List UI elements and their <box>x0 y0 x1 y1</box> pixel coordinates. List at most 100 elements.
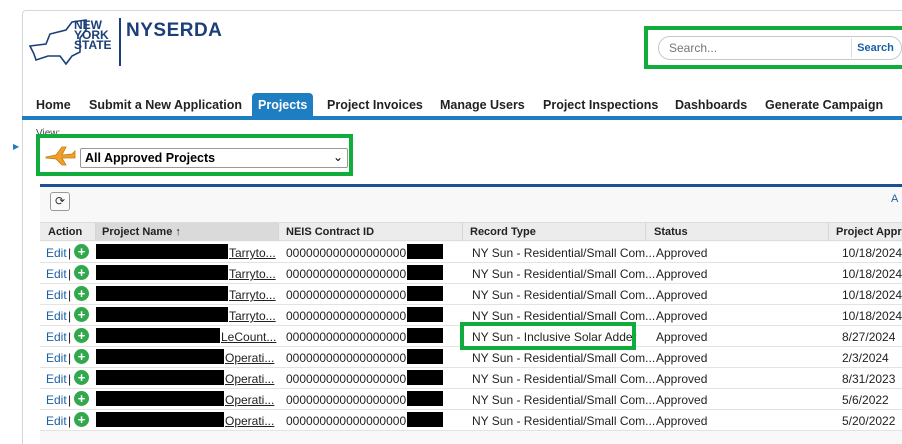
contract-id-cell: 000000000000000000 <box>286 246 407 260</box>
record-type-cell: NY Sun - Residential/Small Com... <box>472 393 656 407</box>
project-name-link[interactable]: Tarryto... <box>229 309 276 323</box>
redacted-contract-id <box>407 412 443 427</box>
tab-project-inspections[interactable]: Project Inspections <box>537 93 664 118</box>
search-input[interactable] <box>669 39 849 57</box>
table-row: Edit | + Operati... 000000000000000000 NY Sun… <box>40 410 902 431</box>
record-type-cell: NY Sun - Residential/Small Com... <box>472 246 656 260</box>
tab-generate-campaign[interactable]: Generate Campaign <box>759 93 889 118</box>
approved-date-cell: 10/18/2024 <box>842 246 902 260</box>
col-header-record-type[interactable]: Record Type <box>470 226 536 238</box>
project-name-link[interactable]: Operati... <box>225 351 274 365</box>
chevron-down-icon: ⌄ <box>332 150 343 164</box>
col-header-approved-date[interactable]: Project Appro <box>836 226 902 238</box>
record-type-cell: NY Sun - Residential/Small Com... <box>472 372 656 386</box>
action-separator: | <box>68 330 72 344</box>
project-name-link[interactable]: Tarryto... <box>229 246 276 260</box>
project-name-link[interactable]: LeCount... <box>221 330 276 344</box>
record-type-cell: NY Sun - Residential/Small Com... <box>472 267 656 281</box>
refresh-icon: ⟳ <box>54 194 66 208</box>
redacted-contract-id <box>407 265 443 280</box>
project-name-link[interactable]: Operati... <box>225 372 274 386</box>
table-row: Edit | + Tarryto... 000000000000000000 NY Sun… <box>40 284 902 305</box>
brand-name: NYSERDA <box>126 20 223 41</box>
view-select-value: All Approved Projects <box>85 151 216 165</box>
project-name-link[interactable]: Tarryto... <box>229 288 276 302</box>
edit-link[interactable]: Edit <box>46 351 67 365</box>
letter-filter-link[interactable]: A <box>891 193 898 205</box>
approved-date-cell: 2/3/2024 <box>842 351 889 365</box>
status-cell: Approved <box>656 393 708 407</box>
action-separator: | <box>68 267 72 281</box>
edit-link[interactable]: Edit <box>46 372 67 386</box>
tab-dashboards[interactable]: Dashboards <box>669 93 753 118</box>
redacted-project-name <box>96 286 228 301</box>
col-header-contract-id[interactable]: NEIS Contract ID <box>286 226 374 238</box>
approved-date-cell: 10/18/2024 <box>842 288 902 302</box>
add-icon[interactable]: + <box>74 244 89 259</box>
airplane-icon <box>45 146 76 166</box>
search-box: Search <box>658 36 902 60</box>
action-separator: | <box>68 309 72 323</box>
main-nav: Home Submit a New Application Projects P… <box>22 92 902 120</box>
action-separator: | <box>68 414 72 428</box>
search-button[interactable]: Search <box>851 38 899 58</box>
tab-manage-users[interactable]: Manage Users <box>434 93 531 118</box>
logo-divider <box>119 18 121 66</box>
action-separator: | <box>68 393 72 407</box>
contract-id-cell: 000000000000000000 <box>286 414 407 428</box>
status-cell: Approved <box>656 288 708 302</box>
approved-date-cell: 10/18/2024 <box>842 309 902 323</box>
edit-link[interactable]: Edit <box>46 288 67 302</box>
redacted-project-name <box>96 265 228 280</box>
approved-date-cell: 8/27/2024 <box>842 330 896 344</box>
view-select[interactable]: All Approved Projects ⌄ <box>80 148 348 168</box>
refresh-button[interactable]: ⟳ <box>50 192 70 211</box>
edit-link[interactable]: Edit <box>46 267 67 281</box>
action-separator: | <box>68 246 72 260</box>
tab-projects[interactable]: Projects <box>252 93 314 118</box>
edit-link[interactable]: Edit <box>46 393 67 407</box>
add-icon[interactable]: + <box>74 286 89 301</box>
tab-project-invoices[interactable]: Project Invoices <box>321 93 429 118</box>
add-icon[interactable]: + <box>74 349 89 364</box>
add-icon[interactable]: + <box>74 412 89 427</box>
add-icon[interactable]: + <box>74 370 89 385</box>
tab-home[interactable]: Home <box>30 93 77 118</box>
table-header: Action Project Name ↑ NEIS Contract ID R… <box>40 222 902 241</box>
add-icon[interactable]: + <box>74 328 89 343</box>
contract-id-cell: 000000000000000000 <box>286 330 407 344</box>
edit-link[interactable]: Edit <box>46 309 67 323</box>
redacted-project-name <box>96 349 224 364</box>
add-icon[interactable]: + <box>74 307 89 322</box>
redacted-project-name <box>96 307 228 322</box>
status-cell: Approved <box>656 372 708 386</box>
status-cell: Approved <box>656 414 708 428</box>
redacted-contract-id <box>407 286 443 301</box>
project-name-link[interactable]: Operati... <box>225 414 274 428</box>
edit-link[interactable]: Edit <box>46 414 67 428</box>
table-row: Edit | + Operati... 000000000000000000 NY Sun… <box>40 389 902 410</box>
redacted-contract-id <box>407 349 443 364</box>
redacted-project-name <box>96 412 224 427</box>
contract-id-cell: 000000000000000000 <box>286 309 407 323</box>
status-cell: Approved <box>656 267 708 281</box>
status-cell: Approved <box>656 351 708 365</box>
table-row: Edit | + Tarryto... 000000000000000000 NY Sun… <box>40 242 902 263</box>
add-icon[interactable]: + <box>74 391 89 406</box>
col-header-project-name[interactable]: Project Name ↑ <box>96 223 278 241</box>
record-type-cell: NY Sun - Residential/Small Com... <box>472 414 656 428</box>
redacted-project-name <box>96 244 228 259</box>
redacted-contract-id <box>407 328 443 343</box>
tab-submit-application[interactable]: Submit a New Application <box>83 93 248 118</box>
redacted-contract-id <box>407 307 443 322</box>
project-name-link[interactable]: Tarryto... <box>229 267 276 281</box>
redacted-project-name <box>96 328 220 343</box>
approved-date-cell: 5/20/2022 <box>842 414 896 428</box>
edit-link[interactable]: Edit <box>46 330 67 344</box>
sidebar-toggle-icon[interactable]: ▶ <box>13 142 19 151</box>
project-name-link[interactable]: Operati... <box>225 393 274 407</box>
col-header-status[interactable]: Status <box>654 226 688 238</box>
edit-link[interactable]: Edit <box>46 246 67 260</box>
add-icon[interactable]: + <box>74 265 89 280</box>
col-header-action: Action <box>48 226 83 238</box>
